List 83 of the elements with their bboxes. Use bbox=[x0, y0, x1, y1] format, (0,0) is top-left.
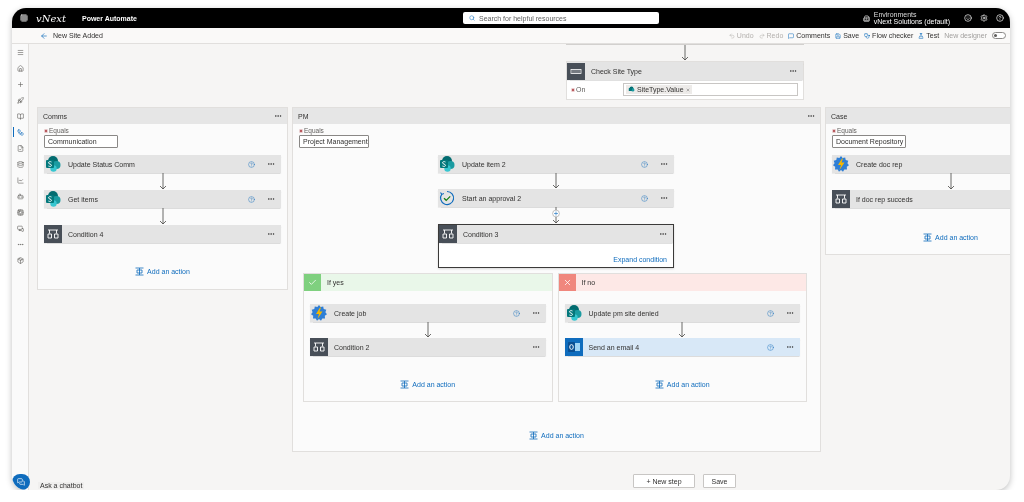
ai-icon bbox=[17, 192, 24, 200]
required-icon bbox=[571, 87, 575, 92]
arrow-icon bbox=[552, 207, 560, 224]
more-icon[interactable] bbox=[786, 343, 794, 351]
info-icon[interactable] bbox=[248, 160, 255, 168]
comments-icon bbox=[788, 32, 795, 39]
approvals-icon bbox=[17, 144, 24, 152]
info-icon[interactable] bbox=[248, 195, 255, 203]
undo-icon bbox=[728, 32, 735, 39]
condition-icon bbox=[832, 190, 850, 208]
more-icon[interactable] bbox=[274, 112, 282, 120]
outlook-icon bbox=[564, 338, 583, 356]
checker-icon bbox=[864, 32, 871, 39]
arrow-icon bbox=[681, 45, 689, 61]
sharepoint-icon bbox=[628, 86, 635, 93]
arrow-icon bbox=[946, 173, 955, 190]
more-icon[interactable] bbox=[267, 160, 275, 168]
insert-icon bbox=[135, 267, 145, 276]
sharepoint-icon bbox=[564, 304, 583, 322]
redo-icon bbox=[758, 32, 765, 39]
save-icon bbox=[835, 32, 842, 39]
insert-icon bbox=[400, 380, 410, 389]
more-icon[interactable] bbox=[786, 309, 794, 317]
help-icon[interactable] bbox=[996, 14, 1004, 22]
arrow-icon bbox=[552, 173, 560, 189]
insert-icon bbox=[529, 431, 539, 440]
create-icon bbox=[17, 80, 24, 88]
approval-icon bbox=[438, 189, 456, 207]
arrow-icon bbox=[678, 322, 687, 338]
more-icon[interactable] bbox=[267, 195, 275, 203]
more-icon[interactable] bbox=[531, 309, 540, 317]
condition-icon bbox=[310, 338, 328, 356]
toggle-switch[interactable] bbox=[992, 32, 1006, 39]
insert-icon bbox=[923, 233, 933, 242]
discover-icon bbox=[17, 256, 24, 264]
more-icon[interactable] bbox=[807, 112, 815, 120]
info-icon[interactable] bbox=[767, 309, 774, 317]
sharepoint-icon bbox=[44, 155, 62, 173]
smiley-icon[interactable] bbox=[964, 14, 972, 22]
brand-logo: vNext bbox=[36, 12, 66, 24]
insert-icon bbox=[654, 380, 664, 389]
info-icon[interactable] bbox=[641, 160, 648, 168]
search-icon bbox=[468, 15, 475, 21]
more-icon[interactable] bbox=[789, 67, 797, 75]
chat-icon bbox=[17, 478, 25, 486]
condition-icon bbox=[44, 225, 62, 243]
settings-icon[interactable] bbox=[980, 14, 988, 22]
monitor-icon bbox=[17, 176, 24, 184]
learn-icon bbox=[17, 112, 24, 120]
more-icon[interactable] bbox=[267, 230, 275, 238]
sharepoint-icon bbox=[44, 190, 62, 208]
solutions-icon bbox=[17, 224, 24, 232]
required-icon bbox=[299, 128, 303, 133]
templates-icon bbox=[17, 96, 24, 104]
home-icon bbox=[17, 64, 24, 72]
required-icon bbox=[44, 128, 48, 133]
arrow-icon bbox=[158, 208, 167, 225]
condition-icon bbox=[439, 225, 457, 243]
more-icon[interactable] bbox=[659, 230, 667, 238]
remove-icon[interactable] bbox=[685, 87, 690, 92]
back-icon[interactable] bbox=[40, 31, 48, 40]
menu-icon bbox=[17, 48, 24, 56]
sharepoint-icon bbox=[438, 155, 456, 173]
info-icon[interactable] bbox=[512, 309, 520, 317]
automation-icon bbox=[832, 155, 850, 173]
chatbot-button[interactable] bbox=[12, 474, 30, 490]
info-icon[interactable] bbox=[641, 194, 648, 202]
app-launcher-icon[interactable] bbox=[20, 14, 28, 22]
required-icon bbox=[832, 128, 836, 133]
info-icon[interactable] bbox=[767, 343, 774, 351]
more-icon[interactable] bbox=[660, 160, 668, 168]
test-icon bbox=[918, 32, 925, 39]
automation-icon bbox=[310, 304, 328, 322]
flows-icon bbox=[17, 128, 24, 136]
switch-icon bbox=[567, 62, 585, 80]
nav-item[interactable] bbox=[13, 127, 27, 137]
data-icon bbox=[17, 160, 24, 168]
process-icon bbox=[17, 208, 24, 216]
environment-icon[interactable] bbox=[862, 14, 870, 22]
more-icon[interactable] bbox=[531, 343, 540, 351]
arrow-icon bbox=[423, 322, 432, 338]
more-icon[interactable] bbox=[660, 194, 668, 202]
arrow-icon bbox=[158, 173, 167, 190]
